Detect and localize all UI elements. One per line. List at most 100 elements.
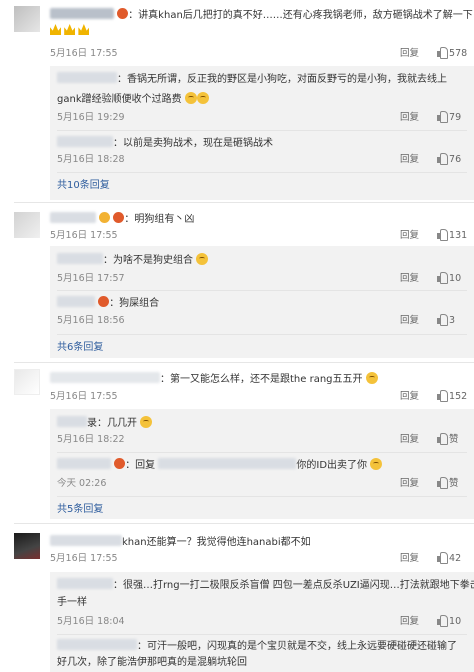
member-badge-icon (99, 212, 111, 223)
thumbs-up-icon (436, 615, 448, 627)
like-button[interactable]: 578 (436, 47, 467, 61)
avatar[interactable] (14, 6, 40, 32)
like-button[interactable]: 10 (436, 272, 461, 286)
emoji-icon (196, 253, 209, 265)
like-button[interactable]: 3 (436, 314, 455, 328)
mentioned-user[interactable] (158, 458, 297, 469)
reply-text: ：回复 你的ID出卖了你 (57, 458, 383, 473)
emoji-icon (140, 416, 153, 428)
reply-button[interactable]: 回复 (400, 314, 419, 328)
comment-text: ：第一又能怎么样，还不是跟the rang五五开 (50, 372, 378, 387)
reply-text: ：以前是卖狗战术，现在是砸锅战术 (57, 136, 273, 151)
emoji-icon (365, 372, 378, 384)
thumbs-up-icon (436, 390, 448, 402)
timestamp: 5月16日 19:29 (57, 112, 125, 123)
like-button[interactable]: 赞 (436, 433, 459, 447)
comment-text: ：明狗组有丶凶 (50, 212, 194, 227)
member-badge-icon (117, 8, 129, 19)
reply-text: ：可汗一般吧，闪现真的是个宝贝就是不交，线上永远要硬碰硬还碰输了 (57, 639, 457, 654)
thumbs-up-icon (436, 433, 448, 445)
timestamp: 5月16日 18:28 (57, 154, 125, 165)
emoji-icon (370, 458, 383, 470)
thumbs-up-icon (436, 314, 448, 326)
username[interactable] (50, 372, 160, 383)
more-replies-link[interactable]: 共10条回复 (57, 179, 110, 193)
username[interactable] (57, 72, 117, 83)
divider (57, 634, 467, 635)
like-button[interactable]: 10 (436, 615, 461, 629)
like-button[interactable]: 131 (436, 229, 467, 243)
username[interactable] (57, 253, 103, 264)
timestamp: 5月16日 17:55 (50, 48, 118, 59)
reply-button[interactable]: 回复 (400, 153, 419, 167)
username[interactable] (50, 8, 114, 19)
username[interactable] (57, 578, 113, 589)
reply-text: ：为啥不是狗史组合 (57, 253, 209, 268)
thumbs-up-icon (436, 229, 448, 241)
timestamp: 5月16日 18:56 (57, 315, 125, 326)
avatar[interactable] (14, 212, 40, 238)
reply-text: ：香锅无所谓，反正我的野区是小狗吃，对面反野亏的是小狗，我就去线上 (57, 72, 447, 87)
emoji-icon (184, 92, 197, 104)
reply-button[interactable]: 回复 (400, 390, 419, 404)
thumbs-up-icon (436, 111, 448, 123)
reply-text: 录：几几开 (57, 416, 153, 431)
like-button[interactable]: 赞 (436, 477, 459, 491)
reply-text-cont: 手一样 (57, 597, 87, 608)
more-replies-link[interactable]: 共6条回复 (57, 341, 103, 355)
thumbs-up-icon (436, 153, 448, 165)
avatar[interactable] (14, 533, 40, 559)
avatar[interactable] (14, 369, 40, 395)
username[interactable] (57, 296, 95, 307)
reply-text: ：很强…打rng一打二极限反杀盲僧 四包一差点反杀UZI逼闪现…打法就跟地下拳击 (57, 578, 474, 593)
thumbs-up-icon (436, 47, 448, 59)
timestamp: 5月16日 17:55 (50, 553, 118, 564)
reply-text-cont: 好几次，除了能浩伊那吧真的是混躺坑轮回 (57, 657, 247, 668)
username[interactable] (57, 416, 87, 427)
reply-button[interactable]: 回复 (400, 47, 419, 61)
member-badge-icon (113, 212, 125, 223)
timestamp: 5月16日 17:55 (50, 391, 118, 402)
like-button[interactable]: 76 (436, 153, 461, 167)
crown-icon (78, 24, 90, 35)
comment-text: khan还能算一？我觉得他连hanabi都不如 (50, 535, 311, 550)
member-badge-icon (98, 296, 110, 307)
timestamp: 5月16日 18:22 (57, 434, 125, 445)
divider (57, 290, 467, 291)
reply-button[interactable]: 回复 (400, 477, 419, 491)
comment-text: ：讲真khan后几把打的真不好……还有心疼我锅老师，敌方砸锅战术了解一下 (50, 8, 473, 23)
username[interactable] (57, 639, 137, 650)
emoji-icon (196, 92, 209, 104)
crown-icon (50, 24, 61, 35)
reply-button[interactable]: 回复 (400, 433, 419, 447)
divider (57, 172, 467, 173)
like-button[interactable]: 79 (436, 111, 461, 125)
reply-button[interactable]: 回复 (400, 272, 419, 286)
username[interactable] (50, 535, 122, 546)
thumbs-up-icon (436, 477, 448, 489)
reply-button[interactable]: 回复 (400, 229, 419, 243)
username[interactable] (50, 212, 96, 223)
like-button[interactable]: 42 (436, 552, 461, 566)
timestamp: 5月16日 17:55 (50, 230, 118, 241)
username[interactable] (57, 136, 113, 147)
thumbs-up-icon (436, 552, 448, 564)
divider (14, 523, 474, 524)
like-button[interactable]: 152 (436, 390, 467, 404)
reply-button[interactable]: 回复 (400, 615, 419, 629)
badges-row (50, 24, 90, 39)
divider (57, 334, 467, 335)
divider (57, 130, 467, 131)
reply-text-cont: gank蹭经验顺便收个过路费 (57, 92, 209, 107)
reply-button[interactable]: 回复 (400, 111, 419, 125)
thumbs-up-icon (436, 272, 448, 284)
divider (57, 452, 467, 453)
member-badge-icon (114, 458, 126, 469)
divider (57, 496, 467, 497)
crown-icon (64, 24, 76, 35)
reply-text: ：狗屎组合 (57, 296, 159, 311)
more-replies-link[interactable]: 共5条回复 (57, 503, 103, 517)
divider (14, 202, 474, 203)
username[interactable] (57, 458, 111, 469)
reply-button[interactable]: 回复 (400, 552, 419, 566)
